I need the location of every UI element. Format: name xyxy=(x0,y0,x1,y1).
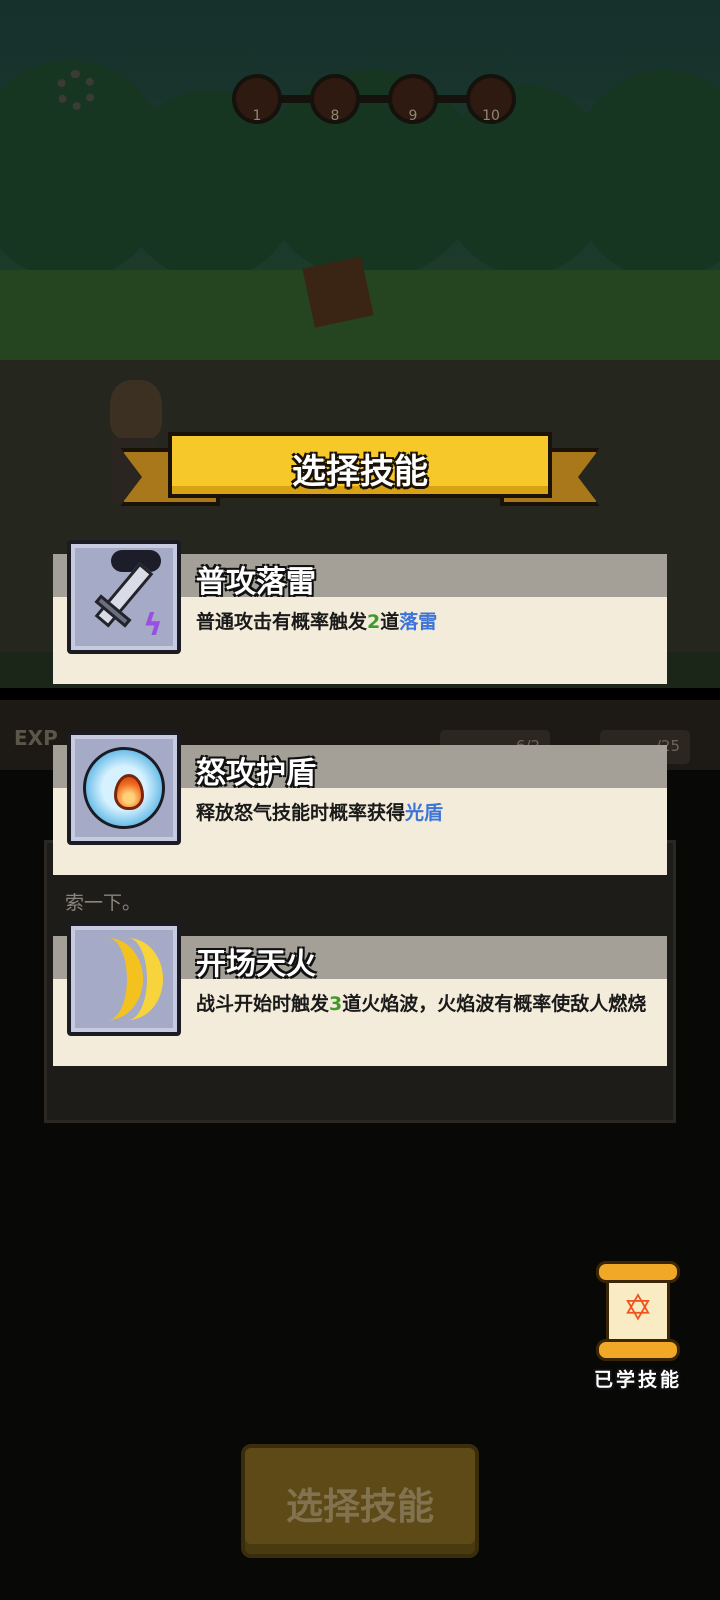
scroll-rod-top xyxy=(596,1261,680,1283)
skill-name: 怒攻护盾 xyxy=(196,756,316,791)
dialog-title: 选择技能 xyxy=(292,452,428,492)
desc-text: 道火焰波，火焰波有概率使敌人燃烧 xyxy=(342,993,647,1015)
desc-number: 2 xyxy=(367,611,381,633)
stage-number: 9 xyxy=(408,108,418,124)
shield-orb xyxy=(83,747,165,829)
desc-text: 道 xyxy=(380,611,400,633)
desc-text: 普通攻击有概率触发 xyxy=(196,611,368,633)
select-skill-button-label: 选择技能 xyxy=(286,1485,434,1528)
desc-number: 3 xyxy=(329,993,343,1015)
flame-orb-icon xyxy=(67,731,181,845)
skill-name: 普攻落雷 xyxy=(196,565,316,600)
skill-description: 战斗开始时触发3道火焰波，火焰波有概率使敌人燃烧 xyxy=(196,990,656,1018)
skill-description: 普通攻击有概率触发2道落雷 xyxy=(196,608,656,636)
star-of-david-icon: ✡ xyxy=(622,1288,654,1329)
stage-number: 10 xyxy=(482,108,500,124)
skill-card[interactable]: 普攻落雷 普通攻击有概率触发2道落雷 ϟ xyxy=(53,540,667,684)
skill-card[interactable]: 开场天火 战斗开始时触发3道火焰波，火焰波有概率使敌人燃烧 xyxy=(53,922,667,1066)
learned-skills-button[interactable]: ✡ 已学技能 xyxy=(588,1255,688,1395)
flame-icon xyxy=(114,774,144,810)
exp-label: EXP xyxy=(14,726,58,750)
skill-description: 释放怒气技能时概率获得光盾 xyxy=(196,799,656,827)
stage-number: 8 xyxy=(330,108,340,124)
stage-node-10: 10 xyxy=(466,74,516,124)
select-skill-banner: 选择技能 xyxy=(120,428,600,520)
sword-lightning-icon: ϟ xyxy=(67,540,181,654)
double-crescent-icon xyxy=(67,922,181,1036)
stage-node-1: 1 xyxy=(232,74,282,124)
banner-plate: 选择技能 xyxy=(168,432,552,498)
scroll-rod-bottom xyxy=(596,1339,680,1361)
settings-gear-icon[interactable] xyxy=(56,70,96,110)
desc-keyword: 落雷 xyxy=(399,611,438,633)
learned-skills-label: 已学技能 xyxy=(593,1369,682,1391)
desc-keyword: 光盾 xyxy=(405,802,444,824)
stage-node-9: 9 xyxy=(388,74,438,124)
crescent xyxy=(93,938,163,1020)
desc-text: 战斗开始时触发 xyxy=(196,993,330,1015)
signpost xyxy=(302,256,374,328)
battle-log-text: 索一下。 xyxy=(65,892,142,914)
stage-track xyxy=(250,95,500,103)
stage-node-8: 8 xyxy=(310,74,360,124)
desc-text: 释放怒气技能时概率获得 xyxy=(196,802,406,824)
skill-card[interactable]: 怒攻护盾 释放怒气技能时概率获得光盾 xyxy=(53,731,667,875)
stage-number: 1 xyxy=(252,108,262,124)
select-skill-button[interactable]: 选择技能 xyxy=(241,1444,479,1558)
scroll-paper: ✡ xyxy=(606,1279,670,1343)
skill-name: 开场天火 xyxy=(196,947,316,982)
lightning-bolt-icon: ϟ xyxy=(143,608,163,643)
